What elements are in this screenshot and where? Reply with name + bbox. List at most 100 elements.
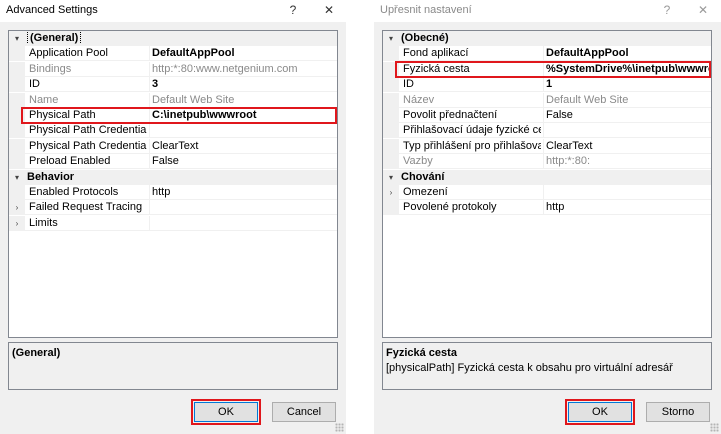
property-value[interactable]: ClearText (546, 140, 709, 152)
expander-icon[interactable]: ▾ (9, 31, 25, 46)
property-value[interactable]: C:\inetpub\wwwroot (152, 109, 335, 121)
expander-icon[interactable]: ▾ (383, 31, 399, 46)
expander-icon[interactable]: › (383, 185, 399, 200)
property-value[interactable]: 3 (152, 78, 335, 90)
column-separator[interactable] (149, 123, 150, 138)
property-row[interactable]: Název Default Web Site (383, 92, 711, 108)
property-row[interactable]: Bindings http:*:80:www.netgenium.com (9, 61, 337, 77)
property-row[interactable]: Physical Path C:\inetpub\wwwroot (9, 108, 337, 123)
property-row[interactable]: Přihlašovací údaje fyzické cesty (383, 123, 711, 139)
property-value[interactable]: http (152, 186, 335, 198)
property-value[interactable]: ClearText (152, 140, 335, 152)
column-separator[interactable] (543, 185, 544, 199)
close-icon[interactable]: ✕ (316, 1, 342, 19)
row-gutter (383, 61, 399, 77)
category-row[interactable]: ▾ Behavior (9, 169, 337, 185)
property-value[interactable]: False (546, 109, 709, 121)
property-row[interactable]: Typ přihlášení pro přihlašovací ú ClearTe… (383, 138, 711, 154)
help-icon[interactable]: ? (280, 1, 306, 19)
property-row[interactable]: Application Pool DefaultAppPool (9, 46, 337, 62)
category-label: (General) (27, 32, 327, 44)
row-gutter (383, 77, 399, 93)
property-row[interactable]: Physical Path Credentials (9, 123, 337, 139)
expander-icon[interactable]: ▾ (9, 169, 25, 185)
column-separator[interactable] (543, 61, 544, 76)
resize-grip[interactable] (335, 423, 344, 432)
column-separator[interactable] (543, 46, 544, 61)
column-separator[interactable] (149, 61, 150, 76)
property-row[interactable]: › Limits (9, 215, 337, 231)
column-separator[interactable] (149, 200, 150, 215)
category-row[interactable]: ▾ (General) (9, 31, 337, 46)
column-separator[interactable] (149, 108, 150, 122)
column-separator[interactable] (543, 108, 544, 122)
property-row[interactable]: Enabled Protocols http (9, 185, 337, 200)
column-separator[interactable] (149, 46, 150, 61)
property-name: Preload Enabled (29, 155, 147, 167)
label-text: (Obecné) (401, 32, 449, 44)
property-row[interactable]: Preload Enabled False (9, 154, 337, 170)
property-row[interactable]: › Omezení (383, 185, 711, 200)
column-separator[interactable] (149, 92, 150, 107)
help-icon[interactable]: ? (654, 1, 680, 19)
property-row[interactable]: Povolit přednačtení False (383, 108, 711, 123)
label-text: Omezení (403, 186, 448, 198)
property-row[interactable]: Fyzická cesta %SystemDrive%\inetpub\wwwro… (383, 61, 711, 77)
row-gutter (9, 77, 25, 93)
column-separator[interactable] (543, 77, 544, 92)
property-value[interactable]: Default Web Site (546, 94, 709, 106)
property-row[interactable]: Physical Path Credentials Logon ClearText (9, 138, 337, 154)
label-text: Chování (401, 170, 445, 183)
property-row[interactable]: ID 1 (383, 77, 711, 93)
property-row[interactable]: Povolené protokoly http (383, 200, 711, 216)
row-gutter (9, 92, 25, 108)
property-value[interactable]: False (152, 155, 335, 167)
column-separator[interactable] (543, 92, 544, 107)
property-value[interactable]: Default Web Site (152, 94, 335, 106)
column-separator[interactable] (543, 154, 544, 169)
property-value[interactable]: %SystemDrive%\inetpub\wwwroot (546, 63, 709, 75)
cancel-button[interactable]: Cancel (272, 402, 336, 422)
row-gutter (383, 92, 399, 108)
column-separator[interactable] (543, 123, 544, 138)
column-separator[interactable] (149, 185, 150, 199)
column-separator[interactable] (149, 138, 150, 153)
property-value[interactable]: http (546, 201, 709, 213)
expander-icon[interactable]: ▾ (383, 169, 399, 185)
column-separator[interactable] (543, 138, 544, 153)
category-row[interactable]: ▾ (Obecné) (383, 31, 711, 46)
property-name: Limits (29, 217, 147, 229)
column-separator[interactable] (149, 215, 150, 230)
property-value[interactable]: http:*:80: (546, 155, 709, 167)
column-separator[interactable] (543, 200, 544, 215)
property-row[interactable]: ID 3 (9, 77, 337, 93)
ok-button[interactable]: OK (568, 402, 632, 422)
property-value[interactable]: DefaultAppPool (546, 47, 709, 59)
property-row[interactable]: Name Default Web Site (9, 92, 337, 108)
resize-grip[interactable] (710, 423, 719, 432)
property-grid[interactable]: ▾ (Obecné) Fond aplikací DefaultAppPool Fyzi… (382, 30, 712, 338)
label-text: Typ přihlášení pro přihlašovací ú (403, 139, 541, 152)
column-separator[interactable] (149, 77, 150, 92)
property-name: Název (403, 94, 541, 106)
property-grid[interactable]: ▾ (General) Application Pool DefaultAppPool… (8, 30, 338, 338)
property-value[interactable]: 1 (546, 78, 709, 90)
property-row[interactable]: › Failed Request Tracing (9, 200, 337, 216)
cancel-button[interactable]: Storno (646, 402, 710, 422)
close-icon[interactable]: ✕ (690, 1, 716, 19)
column-separator[interactable] (149, 154, 150, 169)
ok-button[interactable]: OK (194, 402, 258, 422)
expander-icon[interactable]: › (9, 215, 25, 231)
label-text: Failed Request Tracing (29, 201, 143, 214)
property-name: Failed Request Tracing (29, 201, 147, 213)
property-value[interactable]: http:*:80:www.netgenium.com (152, 63, 335, 75)
label-text: Fyzická cesta (403, 62, 470, 75)
row-gutter (383, 123, 399, 139)
category-row[interactable]: ▾ Chování (383, 169, 711, 185)
row-gutter (9, 108, 25, 123)
property-value[interactable]: DefaultAppPool (152, 47, 335, 59)
expander-icon[interactable]: › (9, 200, 25, 216)
property-name: Přihlašovací údaje fyzické cesty (403, 124, 541, 136)
property-row[interactable]: Fond aplikací DefaultAppPool (383, 46, 711, 62)
property-row[interactable]: Vazby http:*:80: (383, 154, 711, 170)
